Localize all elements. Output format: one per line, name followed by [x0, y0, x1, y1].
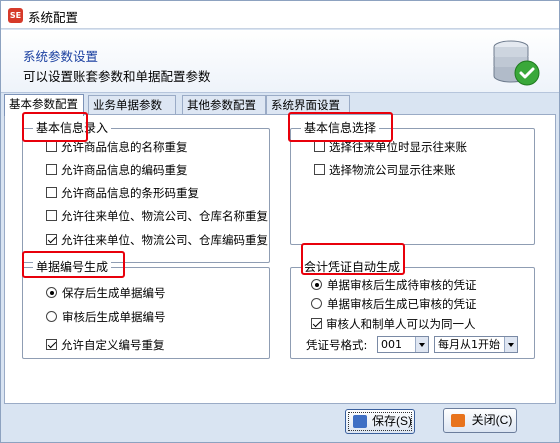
chevron-down-icon[interactable]: [504, 337, 517, 352]
close-button[interactable]: 关闭(C): [443, 408, 517, 433]
option-label: 选择物流公司显示往来账: [329, 163, 456, 177]
option-label: 允许往来单位、物流公司、仓库编码重复: [61, 233, 268, 247]
option-label: 审核后生成单据编号: [62, 310, 166, 324]
radio-button[interactable]: [311, 298, 322, 309]
radio-number-on-save[interactable]: 保存后生成单据编号: [46, 286, 166, 300]
option-partner-code-duplicate[interactable]: 允许往来单位、物流公司、仓库编码重复: [46, 233, 268, 247]
option-label: 允许商品信息的编码重复: [61, 163, 188, 177]
group-doc-number: 单据编号生成 保存后生成单据编号 审核后生成单据编号 允许自定义编号重复: [22, 259, 270, 359]
tab-strip: 基本参数配置 业务单据参数 其他参数配置 系统界面设置: [4, 94, 556, 116]
option-code-duplicate[interactable]: 允许商品信息的编码重复: [46, 163, 188, 177]
group-doc-number-title: 单据编号生成: [33, 259, 112, 275]
option-barcode-duplicate[interactable]: 允许商品信息的条形码重复: [46, 186, 199, 200]
header-panel: 系统参数设置 可以设置账套参数和单据配置参数: [1, 30, 559, 93]
close-icon: [451, 414, 465, 427]
radio-voucher-audited[interactable]: 单据审核后生成已审核的凭证: [311, 297, 477, 311]
app-icon: SE: [8, 8, 23, 23]
close-button-label: 关闭(C): [471, 413, 513, 427]
option-label: 单据审核后生成已审核的凭证: [327, 297, 477, 311]
option-label: 审核人和制单人可以为同一人: [326, 317, 476, 331]
option-label: 单据审核后生成待审核的凭证: [327, 278, 477, 292]
group-basic-info: 基本信息录入 允许商品信息的名称重复 允许商品信息的编码重复 允许商品信息的条形…: [22, 120, 270, 263]
group-basic-select-title: 基本信息选择: [301, 120, 380, 136]
floppy-disk-icon: [353, 415, 367, 428]
checkbox[interactable]: [46, 141, 57, 152]
group-basic-info-title: 基本信息录入: [33, 120, 112, 136]
header-subtitle: 可以设置账套参数和单据配置参数: [23, 69, 211, 84]
window-title: 系统配置: [28, 10, 79, 25]
option-label: 允许自定义编号重复: [61, 338, 165, 352]
database-check-icon: [493, 40, 540, 86]
option-show-logistics-account[interactable]: 选择物流公司显示往来账: [314, 163, 456, 177]
group-basic-select: 基本信息选择 选择往来单位时显示往来账 选择物流公司显示往来账: [290, 120, 535, 245]
voucher-format-label: 凭证号格式:: [306, 338, 368, 352]
checkbox[interactable]: [46, 210, 57, 221]
title-bar: SE 系统配置: [1, 1, 559, 29]
tab-ui-settings[interactable]: 系统界面设置: [266, 95, 350, 115]
checkbox-checked[interactable]: [46, 234, 57, 245]
option-label: 允许往来单位、物流公司、仓库名称重复: [61, 209, 268, 223]
voucher-period-select[interactable]: 每月从1开始: [434, 336, 518, 353]
save-button[interactable]: 保存(S): [345, 409, 415, 434]
option-label: 允许商品信息的名称重复: [61, 140, 188, 154]
voucher-format-select[interactable]: 001: [377, 336, 429, 353]
tab-business-docs[interactable]: 业务单据参数: [88, 95, 176, 115]
checkbox-checked[interactable]: [311, 318, 322, 329]
tab-basic-params[interactable]: 基本参数配置: [4, 94, 84, 116]
select-value: 每月从1开始: [438, 338, 500, 351]
option-label: 选择往来单位时显示往来账: [329, 140, 467, 154]
radio-voucher-pending[interactable]: 单据审核后生成待审核的凭证: [311, 278, 477, 292]
checkbox[interactable]: [314, 164, 325, 175]
tab-panel-basic: 基本信息录入 允许商品信息的名称重复 允许商品信息的编码重复 允许商品信息的条形…: [4, 112, 556, 404]
system-config-window: SE 系统配置 系统参数设置 可以设置账套参数和单据配置参数 基本参数配置 业务…: [0, 0, 560, 443]
group-voucher-title: 会计凭证自动生成: [301, 259, 404, 275]
radio-button-checked[interactable]: [46, 287, 57, 298]
radio-number-on-audit[interactable]: 审核后生成单据编号: [46, 310, 166, 324]
select-value: 001: [381, 338, 402, 351]
radio-button[interactable]: [46, 311, 57, 322]
checkbox[interactable]: [46, 164, 57, 175]
option-label: 允许商品信息的条形码重复: [61, 186, 199, 200]
save-button-label: 保存(S): [372, 414, 412, 428]
option-custom-number-duplicate[interactable]: 允许自定义编号重复: [46, 338, 165, 352]
checkbox-checked[interactable]: [46, 339, 57, 350]
option-show-partner-account[interactable]: 选择往来单位时显示往来账: [314, 140, 467, 154]
chevron-down-icon[interactable]: [415, 337, 428, 352]
tab-other-params[interactable]: 其他参数配置: [182, 95, 266, 115]
header-title: 系统参数设置: [23, 49, 99, 64]
checkbox[interactable]: [314, 141, 325, 152]
option-partner-name-duplicate[interactable]: 允许往来单位、物流公司、仓库名称重复: [46, 209, 268, 223]
checkbox[interactable]: [46, 187, 57, 198]
option-label: 保存后生成单据编号: [62, 286, 166, 300]
group-voucher: 会计凭证自动生成 单据审核后生成待审核的凭证 单据审核后生成已审核的凭证 审核人…: [290, 259, 535, 359]
option-same-auditor[interactable]: 审核人和制单人可以为同一人: [311, 317, 476, 331]
radio-button-checked[interactable]: [311, 279, 322, 290]
option-name-duplicate[interactable]: 允许商品信息的名称重复: [46, 140, 188, 154]
